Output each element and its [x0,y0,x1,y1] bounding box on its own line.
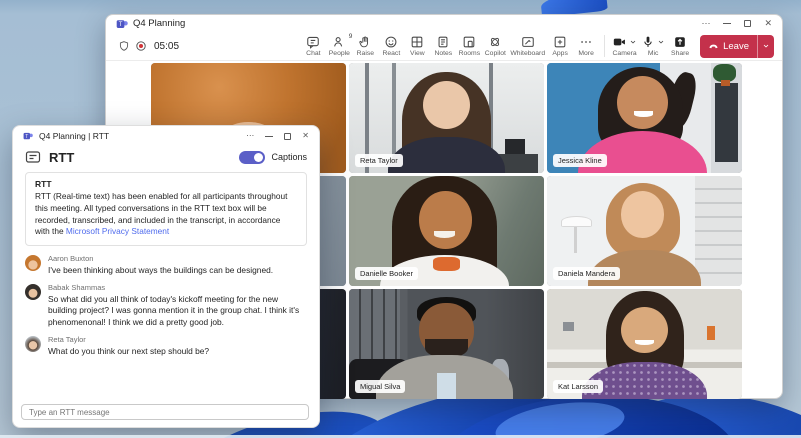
captions-toggle[interactable] [239,150,266,164]
rtt-message: Babak Shammas So what did you all think … [25,283,307,329]
notes-icon [436,35,450,49]
toolbar-actions: Chat 9 People Raise React View Notes Roo… [300,33,774,58]
rtt-notice-card: RTT RTT (Real-time text) has been enable… [25,172,307,247]
mic-icon [641,35,655,49]
avatar [25,335,41,352]
toolbar-separator [604,35,606,57]
video-tile-jessica[interactable]: Jessica Kline [547,63,742,173]
svg-text:T: T [119,22,123,28]
camera-chevron-icon[interactable] [629,38,637,46]
leave-label: Leave [723,40,749,52]
rtt-header: RTT Captions [13,146,319,172]
rtt-panel-title: RTT [49,149,75,165]
mic-button[interactable]: Mic [639,35,667,57]
rtt-message-input[interactable] [21,404,309,420]
people-icon [332,35,346,49]
captions-label: Captions [271,152,307,162]
rtt-message: Aaron Buxton I've been thinking about wa… [25,254,307,277]
view-button[interactable]: View [404,35,430,57]
apps-button[interactable]: Apps [547,35,573,57]
participant-name-label: Reta Taylor [355,154,403,167]
avatar [25,283,41,300]
privacy-statement-link[interactable]: Microsoft Privacy Statement [66,226,169,236]
raise-hand-button[interactable]: Raise [352,35,378,57]
window-more-button[interactable]: ⋯ [246,132,254,140]
window-close-button[interactable]: ✕ [302,132,309,140]
rtt-icon [25,149,41,165]
rtt-window: T Q4 Planning | RTT ⋯ ✕ RTT Captions RTT… [12,125,320,428]
react-button[interactable]: React [378,35,404,57]
rooms-icon [462,35,476,49]
teams-logo-icon: T [116,18,128,30]
window-maximize-button[interactable] [744,20,752,27]
chat-button[interactable]: Chat [300,35,326,57]
leave-button[interactable]: Leave [700,34,774,58]
participant-name-label: Daniela Mandera [553,267,621,280]
people-button[interactable]: 9 People [326,33,353,57]
camera-icon [612,35,627,49]
rtt-titlebar: T Q4 Planning | RTT ⋯ ✕ [13,126,319,146]
window-title: Q4 Planning | RTT [39,131,110,141]
rtt-notice-title: RTT [35,179,52,189]
svg-text:T: T [25,134,28,140]
share-button[interactable]: Share [667,35,693,57]
meeting-status: 05:05 [118,40,179,52]
copilot-icon [488,35,502,49]
leave-phone-icon [708,41,719,52]
participant-name-label: Migual Silva [355,380,406,393]
message-text: What do you think our next step should b… [48,345,210,356]
message-author: Reta Taylor [48,334,86,344]
rtt-notice-body: RTT (Real-time text) has been enabled fo… [35,191,288,237]
participant-name-label: Jessica Kline [553,154,607,167]
more-ellipsis-icon [579,35,593,49]
copilot-button[interactable]: Copilot [482,35,508,57]
avatar [25,255,41,272]
meeting-toolbar: 05:05 Chat 9 People Raise React View Not… [106,32,782,61]
shield-icon [118,40,130,52]
participant-name-label: Danielle Booker [355,267,418,280]
meeting-titlebar: T Q4 Planning ⋯ ✕ [106,15,782,32]
message-author: Aaron Buxton [48,254,94,264]
window-maximize-button[interactable] [284,132,292,140]
video-tile-migual[interactable]: Migual Silva [349,289,544,399]
video-tile-danielle[interactable]: Danielle Booker [349,176,544,286]
camera-button[interactable]: Camera [610,35,639,57]
window-minimize-button[interactable] [723,23,732,24]
window-close-button[interactable]: ✕ [764,19,772,28]
teams-logo-icon: T [23,131,33,141]
apps-icon [553,35,567,49]
video-tile-daniela[interactable]: Daniela Mandera [547,176,742,286]
whiteboard-icon [521,35,535,49]
recording-indicator-icon [135,40,147,52]
view-grid-icon [410,35,424,49]
chat-icon [306,35,320,49]
notes-button[interactable]: Notes [430,35,456,57]
message-author: Babak Shammas [48,282,106,292]
rtt-message: Reta Taylor What do you think our next s… [25,335,307,358]
window-more-button[interactable]: ⋯ [701,19,710,28]
desktop: T Q4 Planning ⋯ ✕ 05:05 Chat 9 People Ra… [0,0,801,438]
message-text: So what did you all think of today's kic… [48,293,300,327]
meeting-timer: 05:05 [154,40,180,52]
message-text: I've been thinking about ways the buildi… [48,265,274,276]
react-smiley-icon [384,35,398,49]
whiteboard-button[interactable]: Whiteboard [508,35,547,57]
rtt-message-list: Aaron Buxton I've been thinking about wa… [25,254,307,357]
participant-name-label: Kat Larsson [553,380,604,393]
more-button[interactable]: More [573,35,599,57]
window-title: Q4 Planning [133,18,186,29]
video-tile-reta[interactable]: Reta Taylor [349,63,544,173]
share-icon [673,35,687,49]
raise-hand-icon [358,35,372,49]
leave-chevron-icon[interactable] [758,42,774,50]
mic-chevron-icon[interactable] [657,38,665,46]
video-tile-kat[interactable]: Kat Larsson [547,289,742,399]
window-minimize-button[interactable] [265,135,274,137]
rooms-button[interactable]: Rooms [456,35,482,57]
